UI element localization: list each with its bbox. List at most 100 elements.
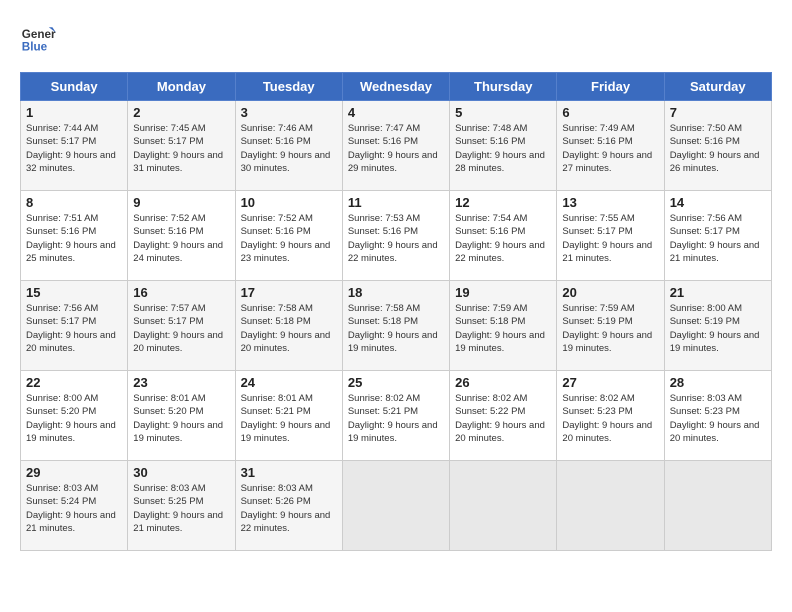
day-number: 6	[562, 105, 658, 120]
day-number: 2	[133, 105, 229, 120]
calendar-header: SundayMondayTuesdayWednesdayThursdayFrid…	[21, 73, 772, 101]
calendar-day-cell: 28Sunrise: 8:03 AMSunset: 5:23 PMDayligh…	[664, 371, 771, 461]
calendar-week-row: 8 Sunrise: 7:51 AMSunset: 5:16 PMDaylight…	[21, 191, 772, 281]
day-info: Sunrise: 8:03 AMSunset: 5:25 PMDaylight:…	[133, 483, 223, 534]
day-number: 23	[133, 375, 229, 390]
logo: General Blue	[20, 20, 56, 56]
day-number: 26	[455, 375, 551, 390]
day-info: Sunrise: 8:02 AMSunset: 5:22 PMDaylight:…	[455, 393, 545, 444]
weekday-header-sunday: Sunday	[21, 73, 128, 101]
day-number: 19	[455, 285, 551, 300]
calendar-day-cell: 13Sunrise: 7:55 AMSunset: 5:17 PMDayligh…	[557, 191, 664, 281]
calendar-day-cell: 15Sunrise: 7:56 AMSunset: 5:17 PMDayligh…	[21, 281, 128, 371]
calendar-day-cell: 9 Sunrise: 7:52 AMSunset: 5:16 PMDaylight…	[128, 191, 235, 281]
day-info: Sunrise: 8:02 AMSunset: 5:21 PMDaylight:…	[348, 393, 438, 444]
calendar-day-cell: 14Sunrise: 7:56 AMSunset: 5:17 PMDayligh…	[664, 191, 771, 281]
day-info: Sunrise: 7:44 AMSunset: 5:17 PMDaylight:…	[26, 123, 116, 174]
svg-text:Blue: Blue	[22, 41, 48, 54]
calendar-day-cell: 29Sunrise: 8:03 AMSunset: 5:24 PMDayligh…	[21, 461, 128, 551]
calendar-day-cell: 27 Sunrise: 8:02 AMSunset: 5:23 PMDayligh…	[557, 371, 664, 461]
day-info: Sunrise: 7:52 AMSunset: 5:16 PMDaylight:…	[241, 213, 331, 264]
calendar-day-cell	[557, 461, 664, 551]
day-number: 29	[26, 465, 122, 480]
day-info: Sunrise: 7:50 AMSunset: 5:16 PMDaylight:…	[670, 123, 760, 174]
day-number: 20	[562, 285, 658, 300]
day-info: Sunrise: 7:58 AMSunset: 5:18 PMDaylight:…	[241, 303, 331, 354]
calendar-day-cell: 24 Sunrise: 8:01 AMSunset: 5:21 PMDayligh…	[235, 371, 342, 461]
day-number: 9	[133, 195, 229, 210]
weekday-header-row: SundayMondayTuesdayWednesdayThursdayFrid…	[21, 73, 772, 101]
day-info: Sunrise: 7:58 AMSunset: 5:18 PMDaylight:…	[348, 303, 438, 354]
day-info: Sunrise: 7:59 AMSunset: 5:19 PMDaylight:…	[562, 303, 652, 354]
day-number: 31	[241, 465, 337, 480]
day-number: 10	[241, 195, 337, 210]
calendar-day-cell: 2 Sunrise: 7:45 AMSunset: 5:17 PMDaylight…	[128, 101, 235, 191]
day-number: 4	[348, 105, 444, 120]
day-info: Sunrise: 7:47 AMSunset: 5:16 PMDaylight:…	[348, 123, 438, 174]
day-number: 25	[348, 375, 444, 390]
day-number: 24	[241, 375, 337, 390]
day-info: Sunrise: 7:52 AMSunset: 5:16 PMDaylight:…	[133, 213, 223, 264]
calendar-day-cell: 30 Sunrise: 8:03 AMSunset: 5:25 PMDayligh…	[128, 461, 235, 551]
calendar-week-row: 22Sunrise: 8:00 AMSunset: 5:20 PMDayligh…	[21, 371, 772, 461]
calendar-day-cell: 11 Sunrise: 7:53 AMSunset: 5:16 PMDayligh…	[342, 191, 449, 281]
day-info: Sunrise: 8:01 AMSunset: 5:20 PMDaylight:…	[133, 393, 223, 444]
day-info: Sunrise: 7:51 AMSunset: 5:16 PMDaylight:…	[26, 213, 116, 264]
day-number: 1	[26, 105, 122, 120]
day-info: Sunrise: 7:54 AMSunset: 5:16 PMDaylight:…	[455, 213, 545, 264]
day-number: 5	[455, 105, 551, 120]
calendar-day-cell: 5 Sunrise: 7:48 AMSunset: 5:16 PMDaylight…	[450, 101, 557, 191]
calendar-day-cell: 8 Sunrise: 7:51 AMSunset: 5:16 PMDaylight…	[21, 191, 128, 281]
calendar-day-cell: 26 Sunrise: 8:02 AMSunset: 5:22 PMDayligh…	[450, 371, 557, 461]
weekday-header-monday: Monday	[128, 73, 235, 101]
calendar-table: SundayMondayTuesdayWednesdayThursdayFrid…	[20, 72, 772, 551]
calendar-day-cell: 7 Sunrise: 7:50 AMSunset: 5:16 PMDaylight…	[664, 101, 771, 191]
calendar-day-cell: 6 Sunrise: 7:49 AMSunset: 5:16 PMDaylight…	[557, 101, 664, 191]
day-info: Sunrise: 7:49 AMSunset: 5:16 PMDaylight:…	[562, 123, 652, 174]
calendar-day-cell	[342, 461, 449, 551]
calendar-day-cell: 25 Sunrise: 8:02 AMSunset: 5:21 PMDayligh…	[342, 371, 449, 461]
calendar-week-row: 15Sunrise: 7:56 AMSunset: 5:17 PMDayligh…	[21, 281, 772, 371]
day-info: Sunrise: 7:59 AMSunset: 5:18 PMDaylight:…	[455, 303, 545, 354]
day-number: 7	[670, 105, 766, 120]
day-number: 22	[26, 375, 122, 390]
calendar-day-cell: 4 Sunrise: 7:47 AMSunset: 5:16 PMDaylight…	[342, 101, 449, 191]
calendar-week-row: 1 Sunrise: 7:44 AMSunset: 5:17 PMDaylight…	[21, 101, 772, 191]
calendar-day-cell: 17Sunrise: 7:58 AMSunset: 5:18 PMDayligh…	[235, 281, 342, 371]
day-info: Sunrise: 8:02 AMSunset: 5:23 PMDaylight:…	[562, 393, 652, 444]
day-number: 28	[670, 375, 766, 390]
day-number: 16	[133, 285, 229, 300]
weekday-header-saturday: Saturday	[664, 73, 771, 101]
day-info: Sunrise: 7:45 AMSunset: 5:17 PMDaylight:…	[133, 123, 223, 174]
day-number: 11	[348, 195, 444, 210]
calendar-body: 1 Sunrise: 7:44 AMSunset: 5:17 PMDaylight…	[21, 101, 772, 551]
day-info: Sunrise: 8:01 AMSunset: 5:21 PMDaylight:…	[241, 393, 331, 444]
calendar-day-cell: 19 Sunrise: 7:59 AMSunset: 5:18 PMDayligh…	[450, 281, 557, 371]
weekday-header-wednesday: Wednesday	[342, 73, 449, 101]
logo-icon: General Blue	[20, 20, 56, 56]
calendar-day-cell: 12 Sunrise: 7:54 AMSunset: 5:16 PMDayligh…	[450, 191, 557, 281]
svg-text:General: General	[22, 28, 56, 41]
calendar-day-cell: 21Sunrise: 8:00 AMSunset: 5:19 PMDayligh…	[664, 281, 771, 371]
calendar-week-row: 29Sunrise: 8:03 AMSunset: 5:24 PMDayligh…	[21, 461, 772, 551]
day-info: Sunrise: 7:53 AMSunset: 5:16 PMDaylight:…	[348, 213, 438, 264]
weekday-header-friday: Friday	[557, 73, 664, 101]
day-number: 30	[133, 465, 229, 480]
calendar-day-cell: 18Sunrise: 7:58 AMSunset: 5:18 PMDayligh…	[342, 281, 449, 371]
calendar-day-cell: 23 Sunrise: 8:01 AMSunset: 5:20 PMDayligh…	[128, 371, 235, 461]
calendar-day-cell	[450, 461, 557, 551]
calendar-day-cell: 31Sunrise: 8:03 AMSunset: 5:26 PMDayligh…	[235, 461, 342, 551]
day-info: Sunrise: 7:55 AMSunset: 5:17 PMDaylight:…	[562, 213, 652, 264]
day-number: 12	[455, 195, 551, 210]
calendar-day-cell: 3Sunrise: 7:46 AMSunset: 5:16 PMDaylight…	[235, 101, 342, 191]
day-number: 21	[670, 285, 766, 300]
day-info: Sunrise: 7:48 AMSunset: 5:16 PMDaylight:…	[455, 123, 545, 174]
calendar-day-cell: 20 Sunrise: 7:59 AMSunset: 5:19 PMDayligh…	[557, 281, 664, 371]
day-info: Sunrise: 7:57 AMSunset: 5:17 PMDaylight:…	[133, 303, 223, 354]
day-number: 3	[241, 105, 337, 120]
day-number: 27	[562, 375, 658, 390]
page-header: General Blue	[20, 20, 772, 56]
day-number: 8	[26, 195, 122, 210]
day-info: Sunrise: 7:56 AMSunset: 5:17 PMDaylight:…	[670, 213, 760, 264]
day-number: 15	[26, 285, 122, 300]
